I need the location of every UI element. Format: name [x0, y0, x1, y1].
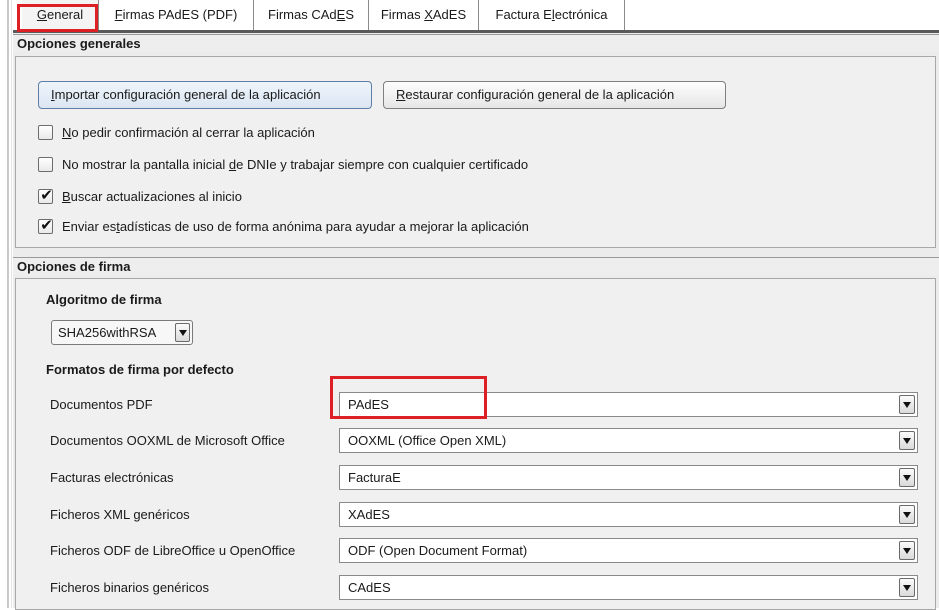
tab-label: ectrónica [554, 7, 608, 22]
chevron-down-icon[interactable] [899, 505, 915, 524]
restore-config-button[interactable]: Restaurar configuración general de la ap… [383, 81, 726, 109]
format-value: CAdES [348, 580, 391, 595]
tab-firmas-pades[interactable]: Firmas PAdES (PDF) [99, 0, 254, 30]
tab-mnemonic: X [424, 7, 433, 22]
format-label-binary: Ficheros binarios genéricos [50, 580, 209, 595]
format-value: PAdES [348, 397, 389, 412]
tab-firmas-xades[interactable]: Firmas XAdES [369, 0, 479, 30]
algorithm-select[interactable]: SHA256withRSA [51, 320, 193, 345]
chevron-down-icon[interactable] [175, 323, 190, 342]
button-label: mportar configuración general de la apli… [54, 87, 321, 102]
checkbox-no-dnie-screen[interactable]: No mostrar la pantalla inicial de DNIe y… [38, 154, 528, 174]
format-value: ODF (Open Document Format) [348, 543, 528, 558]
format-select-xml[interactable]: XAdES [339, 502, 918, 527]
format-select-ooxml[interactable]: OOXML (Office Open XML) [339, 428, 918, 453]
format-select-invoices[interactable]: FacturaE [339, 465, 918, 490]
tab-label: Firmas CAd [268, 7, 337, 22]
checkbox-label: No pedir confirmación al cerrar la aplic… [62, 124, 315, 140]
tab-label: Factura E [495, 7, 552, 22]
window-border-inner [11, 0, 12, 608]
check-icon[interactable] [38, 156, 53, 172]
format-value: OOXML (Office Open XML) [348, 433, 507, 448]
tab-firmas-cades[interactable]: Firmas CAdES [254, 0, 369, 30]
format-label-odf: Ficheros ODF de LibreOffice u OpenOffice [50, 543, 296, 558]
tab-mnemonic: E [336, 7, 346, 22]
format-select-pdf[interactable]: PAdES [339, 392, 918, 417]
chevron-down-icon[interactable] [899, 395, 915, 414]
format-label-pdf: Documentos PDF [50, 397, 153, 412]
check-icon[interactable]: ✔ [38, 186, 53, 204]
tab-label: Firmas [380, 7, 425, 22]
check-icon[interactable] [38, 124, 53, 140]
tab-factura-electronica[interactable]: Factura Electrónica [479, 0, 625, 30]
check-icon[interactable]: ✔ [38, 216, 53, 234]
checkbox-label: No mostrar la pantalla inicial de DNIe y… [62, 156, 529, 172]
formats-heading: Formatos de firma por defecto [46, 362, 234, 377]
format-select-binary[interactable]: CAdES [339, 575, 918, 600]
import-config-button[interactable]: Importar configuración general de la apl… [38, 81, 372, 109]
button-label: estaurar configuración general de la apl… [405, 87, 675, 102]
window-border [7, 0, 9, 608]
button-mnemonic: R [396, 87, 406, 102]
checkbox-send-statistics[interactable]: ✔ Enviar estadísticas de uso de forma an… [38, 216, 529, 236]
checkbox-check-updates[interactable]: ✔ Buscar actualizaciones al inicio [38, 186, 242, 206]
tab-label: irmas PAdES (PDF) [122, 7, 238, 22]
algorithm-heading: Algoritmo de firma [46, 292, 162, 307]
chevron-down-icon[interactable] [899, 578, 915, 597]
chevron-down-icon[interactable] [899, 468, 915, 487]
tab-bar: General Firmas PAdES (PDF) Firmas CAdES … [13, 0, 939, 30]
tab-mnemonic: F [114, 7, 123, 22]
tab-label: AdES [432, 7, 467, 22]
format-label-xml: Ficheros XML genéricos [50, 507, 190, 522]
checkmark: ✔ [40, 186, 53, 204]
tab-mnemonic: G [36, 7, 47, 22]
checkmark: ✔ [40, 216, 53, 234]
format-value: FacturaE [348, 470, 401, 485]
tab-general[interactable]: General [22, 0, 99, 30]
format-label-invoices: Facturas electrónicas [50, 470, 174, 485]
algorithm-value: SHA256withRSA [58, 325, 157, 340]
format-label-ooxml: Documentos OOXML de Microsoft Office [50, 433, 285, 448]
chevron-down-icon[interactable] [899, 431, 915, 450]
tab-label: S [345, 7, 354, 22]
checkbox-label: Buscar actualizaciones al inicio [62, 188, 242, 204]
tab-label: eneral [46, 7, 84, 22]
checkbox-label: Enviar estadísticas de uso de forma anón… [62, 218, 529, 234]
chevron-down-icon[interactable] [899, 541, 915, 560]
format-select-odf[interactable]: ODF (Open Document Format) [339, 538, 918, 563]
checkbox-no-confirm-close[interactable]: No pedir confirmación al cerrar la aplic… [38, 122, 315, 142]
format-value: XAdES [348, 507, 390, 522]
section-title-general: Opciones generales [13, 34, 939, 52]
section-title-signature: Opciones de firma [13, 257, 939, 275]
